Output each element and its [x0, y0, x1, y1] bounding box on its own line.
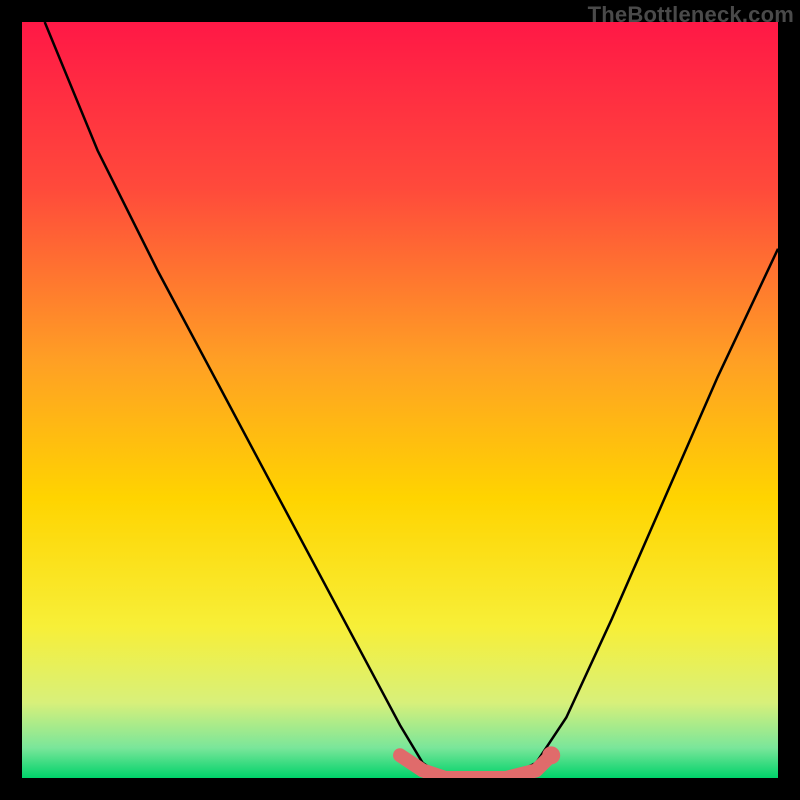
watermark-text: TheBottleneck.com	[588, 2, 794, 28]
chart-background	[22, 22, 778, 778]
chart-plot	[22, 22, 778, 778]
optimal-end-dot	[542, 746, 560, 764]
chart-frame	[22, 22, 778, 778]
